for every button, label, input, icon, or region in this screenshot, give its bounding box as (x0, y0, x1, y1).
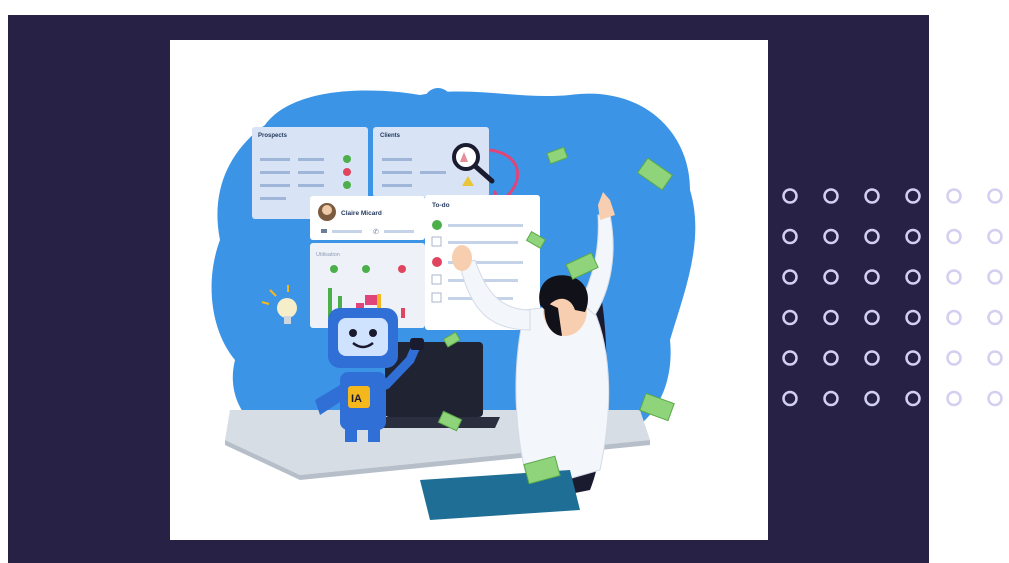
decorative-dot (782, 309, 798, 326)
decorative-dot (782, 350, 798, 366)
decorative-dot (987, 390, 1003, 407)
decorative-dot (864, 390, 880, 407)
decorative-dot (864, 309, 880, 326)
decorative-dot (864, 269, 880, 285)
decorative-dot (946, 188, 962, 204)
decorative-dot (946, 350, 962, 366)
utilisation-label: Utilisation (316, 252, 340, 258)
blob-bump (424, 88, 452, 116)
decorative-dot (946, 309, 962, 326)
contact-card: Claire Micard ✆ (310, 196, 425, 240)
decorative-dot (782, 188, 798, 204)
cross-icon (343, 168, 351, 176)
check-icon (343, 181, 351, 189)
check-icon (343, 155, 351, 163)
decorative-dot (987, 228, 1003, 245)
illustration: Prospects Clients Claire Micard ✆ Utilis… (211, 88, 696, 520)
check-icon (362, 265, 370, 273)
decorative-dot (946, 269, 962, 285)
contact-name: Claire Micard (341, 210, 382, 217)
decorative-dot (823, 228, 839, 245)
decorative-dot (782, 390, 798, 407)
decorative-dot (905, 309, 921, 326)
decorative-dot (782, 269, 798, 285)
phone-icon: ✆ (373, 228, 379, 236)
decorative-dot (987, 309, 1003, 326)
decorative-dot (864, 350, 880, 366)
decorative-dot (987, 269, 1003, 285)
check-icon (330, 265, 338, 273)
decorative-dot (823, 390, 839, 407)
clients-title: Clients (380, 133, 401, 139)
decorative-dot (905, 350, 921, 366)
decorative-dot (782, 228, 798, 245)
robot-badge: IA (351, 393, 362, 405)
cross-icon (432, 257, 442, 267)
mail-icon (321, 229, 327, 233)
illustration-card: Prospects Clients Claire Micard ✆ Utilis… (170, 40, 768, 540)
decorative-dot (946, 390, 962, 407)
decorative-dot (905, 228, 921, 245)
dot-grid-decoration (782, 188, 1003, 407)
decorative-dot (823, 188, 839, 204)
decorative-dot (946, 228, 962, 245)
decorative-dot (905, 390, 921, 407)
decorative-dot (864, 188, 880, 204)
prospects-title: Prospects (258, 133, 288, 139)
decorative-dot (823, 350, 839, 366)
decorative-dot (864, 228, 880, 245)
todo-title: To-do (432, 202, 450, 209)
decorative-dot (987, 188, 1003, 204)
decorative-dot (905, 269, 921, 285)
cross-icon (398, 265, 406, 273)
decorative-dot (823, 269, 839, 285)
check-icon (432, 220, 442, 230)
decorative-dot (905, 188, 921, 204)
decorative-dot (823, 309, 839, 326)
decorative-dot (987, 350, 1003, 366)
